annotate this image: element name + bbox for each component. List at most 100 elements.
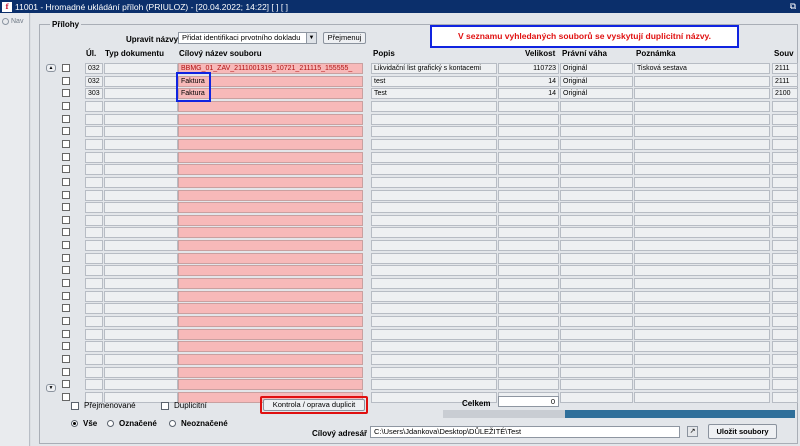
cell-legal-weight[interactable] (560, 341, 633, 353)
cell-description[interactable] (371, 227, 497, 239)
table-row[interactable] (58, 353, 798, 366)
cell-description[interactable] (371, 278, 497, 290)
cell-doc-type[interactable] (104, 176, 178, 188)
cell-legal-weight[interactable] (560, 176, 633, 188)
horizontal-scrollbar[interactable] (443, 410, 795, 418)
cell-size[interactable] (498, 328, 559, 340)
cell-legal-weight[interactable]: Originál (560, 88, 633, 100)
table-row[interactable] (58, 341, 798, 353)
cell-target-name[interactable] (178, 176, 363, 188)
cell-ul[interactable] (85, 316, 103, 327)
filter-unmarked-radio[interactable] (169, 420, 176, 427)
cell-note[interactable] (634, 214, 770, 226)
row-select-checkbox[interactable] (62, 114, 70, 123)
cell-doc-type[interactable] (104, 341, 178, 353)
row-select-checkbox[interactable] (62, 177, 70, 186)
row-select-checkbox[interactable] (62, 127, 70, 136)
cell-target-name[interactable] (178, 202, 363, 214)
cell-doc-type[interactable] (104, 138, 178, 150)
cell-note[interactable] (634, 303, 770, 315)
cell-legal-weight[interactable] (560, 379, 633, 391)
table-row[interactable] (58, 391, 798, 403)
cell-ul[interactable] (85, 290, 103, 302)
cell-size[interactable] (498, 164, 559, 176)
cell-legal-weight[interactable] (560, 227, 633, 239)
row-select-checkbox[interactable] (62, 165, 70, 174)
row-select-checkbox[interactable] (62, 367, 70, 376)
cell-related[interactable] (772, 176, 798, 188)
cell-note[interactable] (634, 189, 770, 201)
row-select-checkbox[interactable] (62, 392, 70, 401)
cell-target-name[interactable]: BBMG_01_ZAV_2111001319_10721_211115_1555… (178, 63, 363, 74)
cell-note[interactable] (634, 265, 770, 277)
cell-related[interactable]: 2111 (772, 63, 798, 74)
cell-size[interactable] (498, 252, 559, 264)
cell-related[interactable] (772, 227, 798, 239)
duplicates-filter-checkbox[interactable] (161, 402, 169, 410)
cell-description[interactable] (371, 353, 497, 365)
cell-legal-weight[interactable]: Originál (560, 75, 633, 87)
table-row[interactable] (58, 138, 798, 151)
table-row[interactable] (58, 366, 798, 379)
save-files-button[interactable]: Uložit soubory (708, 424, 777, 439)
cell-doc-type[interactable] (104, 202, 178, 214)
cell-related[interactable]: 2100 (772, 88, 798, 100)
cell-related[interactable] (772, 303, 798, 315)
table-row[interactable] (58, 290, 798, 303)
cell-doc-type[interactable] (104, 278, 178, 290)
cell-target-name[interactable] (178, 240, 363, 252)
table-row[interactable] (58, 214, 798, 227)
cell-note[interactable] (634, 164, 770, 176)
cell-description[interactable] (371, 265, 497, 277)
cell-legal-weight[interactable] (560, 290, 633, 302)
cell-doc-type[interactable] (104, 189, 178, 201)
cell-related[interactable] (772, 252, 798, 264)
cell-doc-type[interactable] (104, 290, 178, 302)
cell-description[interactable] (371, 316, 497, 327)
cell-description[interactable] (371, 202, 497, 214)
cell-description[interactable] (371, 126, 497, 138)
cell-size[interactable]: 110723 (498, 63, 559, 74)
cell-size[interactable] (498, 265, 559, 277)
cell-legal-weight[interactable] (560, 328, 633, 340)
cell-target-name[interactable] (178, 353, 363, 365)
row-select-checkbox[interactable] (62, 64, 70, 72)
cell-note[interactable] (634, 126, 770, 138)
cell-note[interactable] (634, 391, 770, 403)
cell-legal-weight[interactable] (560, 214, 633, 226)
cell-size[interactable]: 14 (498, 75, 559, 87)
cell-size[interactable] (498, 379, 559, 391)
cell-note[interactable] (634, 240, 770, 252)
table-row[interactable] (58, 151, 798, 164)
cell-description[interactable] (371, 379, 497, 391)
row-select-checkbox[interactable] (62, 228, 70, 237)
cell-related[interactable] (772, 328, 798, 340)
table-row[interactable] (58, 303, 798, 315)
cell-doc-type[interactable] (104, 227, 178, 239)
cell-doc-type[interactable] (104, 265, 178, 277)
check-duplicates-button[interactable]: Kontrola / oprava duplicit (263, 399, 365, 411)
cell-legal-weight[interactable] (560, 164, 633, 176)
cell-description[interactable] (371, 290, 497, 302)
cell-related[interactable] (772, 391, 798, 403)
cell-ul[interactable] (85, 240, 103, 252)
cell-ul[interactable] (85, 126, 103, 138)
cell-ul[interactable] (85, 176, 103, 188)
cell-related[interactable] (772, 366, 798, 378)
cell-target-name[interactable] (178, 316, 363, 327)
cell-legal-weight[interactable]: Originál (560, 63, 633, 74)
cell-note[interactable] (634, 113, 770, 125)
cell-legal-weight[interactable] (560, 265, 633, 277)
cell-target-name[interactable] (178, 290, 363, 302)
cell-related[interactable] (772, 240, 798, 252)
scroll-up-icon[interactable]: ▲ (46, 64, 56, 72)
cell-size[interactable] (498, 353, 559, 365)
cell-note[interactable]: Tisková sestava (634, 63, 770, 74)
cell-legal-weight[interactable] (560, 391, 633, 403)
table-row[interactable] (58, 126, 798, 138)
cell-note[interactable] (634, 176, 770, 188)
cell-size[interactable] (498, 151, 559, 163)
cell-description[interactable] (371, 328, 497, 340)
cell-doc-type[interactable] (104, 366, 178, 378)
filter-all-radio[interactable] (71, 420, 78, 427)
